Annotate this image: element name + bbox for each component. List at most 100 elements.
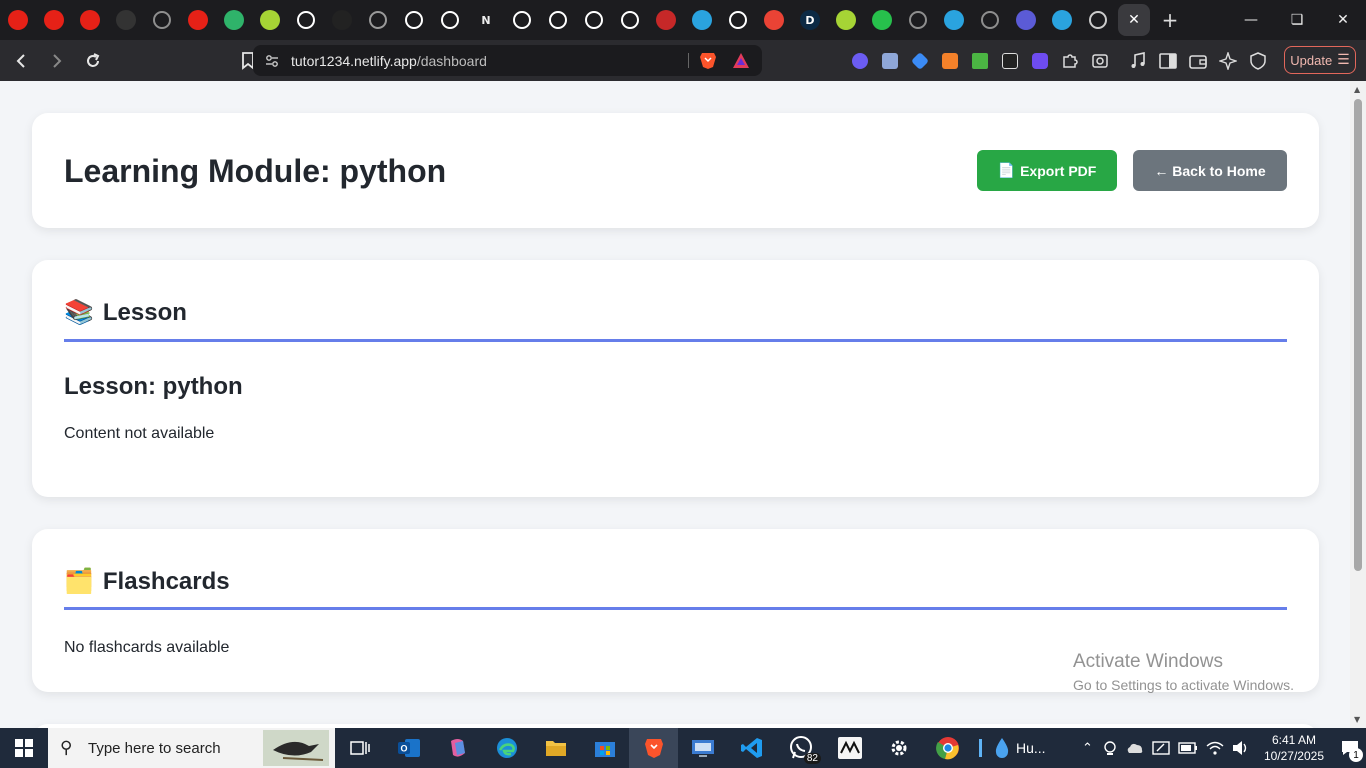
url-text[interactable]: tutor1234.netlify.app/dashboard <box>291 53 487 69</box>
export-pdf-button[interactable]: 📄 Export PDF <box>977 150 1117 191</box>
taskbar-remote-desktop[interactable] <box>678 728 727 768</box>
browser-tab[interactable] <box>828 0 864 40</box>
new-tab-button[interactable]: + <box>1152 0 1188 40</box>
battery-icon[interactable] <box>1178 742 1198 754</box>
browser-tab[interactable] <box>1044 0 1080 40</box>
browser-tab[interactable] <box>0 0 36 40</box>
chevron-up-icon[interactable]: ⌃ <box>1082 741 1093 756</box>
taskbar-outlook[interactable]: O <box>384 728 433 768</box>
browser-tab[interactable] <box>144 0 180 40</box>
update-button[interactable]: Update ☰ <box>1284 46 1356 74</box>
scroll-down-icon[interactable]: ▼ <box>1354 715 1360 724</box>
browser-tab[interactable] <box>720 0 756 40</box>
taskbar-chrome[interactable] <box>923 728 972 768</box>
back-nav-button[interactable] <box>6 46 36 76</box>
browser-tab[interactable]: N <box>468 0 504 40</box>
browser-tab[interactable] <box>684 0 720 40</box>
browser-tab[interactable] <box>1008 0 1044 40</box>
browser-tab[interactable] <box>864 0 900 40</box>
address-bar[interactable]: tutor1234.netlify.app/dashboard <box>253 45 762 76</box>
webcam-icon[interactable] <box>1102 740 1118 756</box>
vpn-shield-icon[interactable] <box>1243 46 1273 76</box>
extensions-puzzle-icon[interactable] <box>1055 46 1085 76</box>
taskbar-vscode[interactable] <box>727 728 776 768</box>
browser-tab[interactable] <box>648 0 684 40</box>
browser-tab[interactable] <box>360 0 396 40</box>
browser-tab[interactable] <box>108 0 144 40</box>
browser-tab[interactable] <box>324 0 360 40</box>
github-icon <box>116 10 136 30</box>
browser-tab[interactable] <box>288 0 324 40</box>
taskbar-brave[interactable] <box>629 728 678 768</box>
browser-tab[interactable]: D <box>792 0 828 40</box>
site-info-icon[interactable] <box>257 54 287 68</box>
active-tab[interactable]: ✕ <box>1118 4 1150 36</box>
minimize-button[interactable]: — <box>1228 0 1274 40</box>
scrollbar-thumb[interactable] <box>1354 99 1362 571</box>
triangle-app-icon <box>332 10 352 30</box>
browser-tab[interactable] <box>180 0 216 40</box>
task-view-button[interactable] <box>335 728 384 768</box>
browser-tab[interactable] <box>216 0 252 40</box>
forward-nav-button[interactable] <box>42 46 72 76</box>
browser-tab[interactable] <box>576 0 612 40</box>
browser-tab[interactable] <box>936 0 972 40</box>
back-to-home-label: ← Back to Home <box>1154 162 1266 179</box>
taskbar-whatsapp[interactable]: 82 <box>776 728 825 768</box>
browser-tab[interactable] <box>36 0 72 40</box>
taskbar-store[interactable] <box>580 728 629 768</box>
lesson-content: Content not available <box>64 425 215 442</box>
taskbar-app-label: Hu... <box>1016 740 1046 756</box>
close-tab-icon[interactable]: ✕ <box>1128 12 1140 28</box>
extension-chart-icon[interactable] <box>965 46 995 76</box>
taskbar-settings[interactable] <box>874 728 923 768</box>
taskbar-water-app[interactable]: Hu... <box>972 728 1052 768</box>
start-button[interactable] <box>0 728 48 768</box>
reading-mode-icon[interactable] <box>1085 46 1115 76</box>
close-window-button[interactable]: ✕ <box>1320 0 1366 40</box>
restore-button[interactable]: ❏ <box>1274 0 1320 40</box>
taskbar-edge[interactable] <box>482 728 531 768</box>
extension-diamond-icon[interactable] <box>905 46 935 76</box>
brave-shields-icon[interactable] <box>699 51 717 70</box>
system-clock[interactable]: 6:41 AM 10/27/2025 <box>1264 732 1324 764</box>
browser-tab[interactable] <box>612 0 648 40</box>
notification-center-button[interactable]: 1 <box>1334 728 1366 768</box>
browser-tab[interactable] <box>972 0 1008 40</box>
browser-tab[interactable] <box>252 0 288 40</box>
back-to-home-button[interactable]: ← Back to Home <box>1133 150 1287 191</box>
extension-robot-icon[interactable] <box>875 46 905 76</box>
extension-fox-icon[interactable] <box>935 46 965 76</box>
flashcards-content: No flashcards available <box>64 639 230 656</box>
wallet-icon[interactable] <box>1183 46 1213 76</box>
extensions-bar <box>845 40 1273 81</box>
extension-claw-icon[interactable] <box>845 46 875 76</box>
extension-purple-icon[interactable] <box>1025 46 1055 76</box>
taskbar-copilot[interactable] <box>433 728 482 768</box>
scroll-up-icon[interactable]: ▲ <box>1354 85 1360 94</box>
browser-tab[interactable] <box>396 0 432 40</box>
onedrive-icon[interactable] <box>1126 740 1144 756</box>
browser-tab[interactable] <box>900 0 936 40</box>
brave-rewards-icon[interactable] <box>732 52 750 69</box>
taskbar-search[interactable]: ⚲ Type here to search <box>48 728 335 768</box>
wifi-icon[interactable] <box>1206 740 1224 756</box>
taskbar-wave-app[interactable] <box>825 728 874 768</box>
browser-tab[interactable] <box>504 0 540 40</box>
lesson-title: Lesson: python <box>64 373 243 400</box>
extension-pen-icon[interactable] <box>995 46 1025 76</box>
media-music-icon[interactable] <box>1123 46 1153 76</box>
page-scrollbar[interactable]: ▲ ▼ <box>1350 81 1366 728</box>
taskbar-file-explorer[interactable] <box>531 728 580 768</box>
browser-tab[interactable] <box>1080 0 1116 40</box>
browser-tab[interactable] <box>540 0 576 40</box>
news-icon <box>656 10 676 30</box>
volume-icon[interactable] <box>1232 740 1250 756</box>
sidebar-toggle-icon[interactable] <box>1153 46 1183 76</box>
pen-tray-icon[interactable] <box>1152 740 1170 756</box>
browser-tab[interactable] <box>432 0 468 40</box>
reload-button[interactable] <box>78 46 108 76</box>
leo-ai-icon[interactable] <box>1213 46 1243 76</box>
browser-tab[interactable] <box>72 0 108 40</box>
browser-tab[interactable] <box>756 0 792 40</box>
